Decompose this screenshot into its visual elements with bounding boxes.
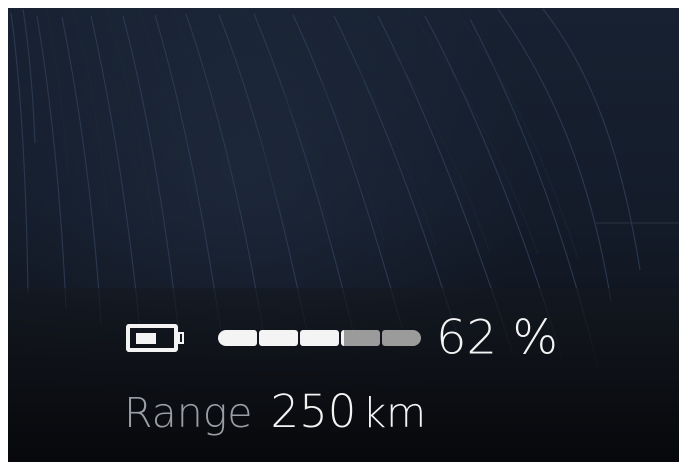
battery-level-segment xyxy=(341,330,380,346)
battery-level-bar xyxy=(218,330,424,346)
battery-level-segment xyxy=(259,330,298,346)
background-line xyxy=(542,8,641,271)
background-line xyxy=(362,8,490,251)
battery-level-segment xyxy=(300,330,339,346)
background-line xyxy=(10,12,29,294)
battery-status-row: 62 % xyxy=(124,314,558,362)
battery-percent: 62 % xyxy=(436,314,558,361)
battery-level-segment xyxy=(218,330,257,346)
range-value: 250 xyxy=(270,385,357,438)
range-unit: km xyxy=(362,389,427,437)
background-line xyxy=(36,15,67,309)
background-line xyxy=(497,8,612,302)
battery-level-segment xyxy=(382,330,421,346)
battery-percent-unit: % xyxy=(512,310,558,366)
range-label: Range xyxy=(124,389,253,437)
background-line xyxy=(22,8,36,144)
battery-icon xyxy=(126,324,184,352)
battery-percent-value: 62 xyxy=(436,310,498,366)
range-status-row: Range 250 km xyxy=(124,385,427,438)
background-line xyxy=(320,8,437,247)
